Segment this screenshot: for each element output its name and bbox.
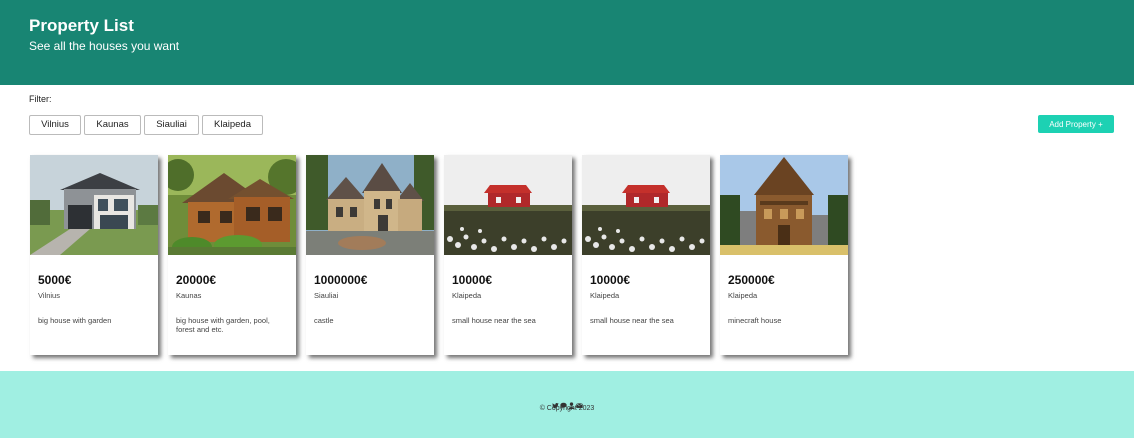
filter-vilnius-button[interactable]: Vilnius xyxy=(29,115,81,135)
property-card[interactable]: 10000€ Klaipeda small house near the sea xyxy=(444,155,572,355)
filter-bar: Vilnius Kaunas Siauliai Klaipeda xyxy=(29,115,263,135)
property-city: Klaipeda xyxy=(728,291,758,300)
user-icon[interactable] xyxy=(568,396,575,409)
page-subtitle: See all the houses you want xyxy=(29,39,180,53)
property-description: big house with garden, pool, forest and … xyxy=(176,316,270,335)
filter-label: Filter: xyxy=(29,94,52,104)
property-image xyxy=(30,155,158,255)
property-image xyxy=(582,155,710,255)
twitter-icon[interactable] xyxy=(551,396,559,409)
page-header: Property List See all the houses you wan… xyxy=(0,0,1134,85)
chat-icon[interactable] xyxy=(559,396,567,409)
property-card[interactable]: 1000000€ Siauliai castle xyxy=(306,155,434,355)
copyright-text: © Copyright 2023 xyxy=(539,405,595,412)
property-city: Klaipeda xyxy=(590,291,620,300)
add-property-button[interactable]: Add Property + xyxy=(1038,115,1114,133)
property-price: 1000000€ xyxy=(314,273,368,287)
property-image xyxy=(168,155,296,255)
property-card[interactable]: 10000€ Klaipeda small house near the sea xyxy=(582,155,710,355)
property-image xyxy=(306,155,434,255)
property-description: big house with garden xyxy=(38,316,112,325)
property-city: Siauliai xyxy=(314,291,339,300)
page-footer: © Copyright 2023 xyxy=(0,371,1134,438)
filter-klaipeda-button[interactable]: Klaipeda xyxy=(202,115,263,135)
mail-icon[interactable] xyxy=(575,396,583,408)
property-price: 10000€ xyxy=(590,273,631,287)
property-description: small house near the sea xyxy=(452,316,536,325)
property-description: castle xyxy=(314,316,334,325)
filter-kaunas-button[interactable]: Kaunas xyxy=(84,115,141,135)
property-card[interactable]: 250000€ Klaipeda minecraft house xyxy=(720,155,848,355)
filter-siauliai-button[interactable]: Siauliai xyxy=(144,115,199,135)
property-description: small house near the sea xyxy=(590,316,674,325)
property-price: 250000€ xyxy=(728,273,775,287)
property-city: Kaunas xyxy=(176,291,202,300)
property-city: Vilnius xyxy=(38,291,60,300)
page-title: Property List xyxy=(29,16,134,35)
property-price: 5000€ xyxy=(38,273,72,287)
property-price: 20000€ xyxy=(176,273,217,287)
property-image xyxy=(444,155,572,255)
property-image xyxy=(720,155,848,255)
property-price: 10000€ xyxy=(452,273,493,287)
property-card[interactable]: 5000€ Vilnius big house with garden xyxy=(30,155,158,355)
property-city: Klaipeda xyxy=(452,291,482,300)
property-card[interactable]: 20000€ Kaunas big house with garden, poo… xyxy=(168,155,296,355)
social-links xyxy=(0,396,1134,409)
property-list: 5000€ Vilnius big house with garden 2000… xyxy=(30,155,848,355)
property-description: minecraft house xyxy=(728,316,782,325)
